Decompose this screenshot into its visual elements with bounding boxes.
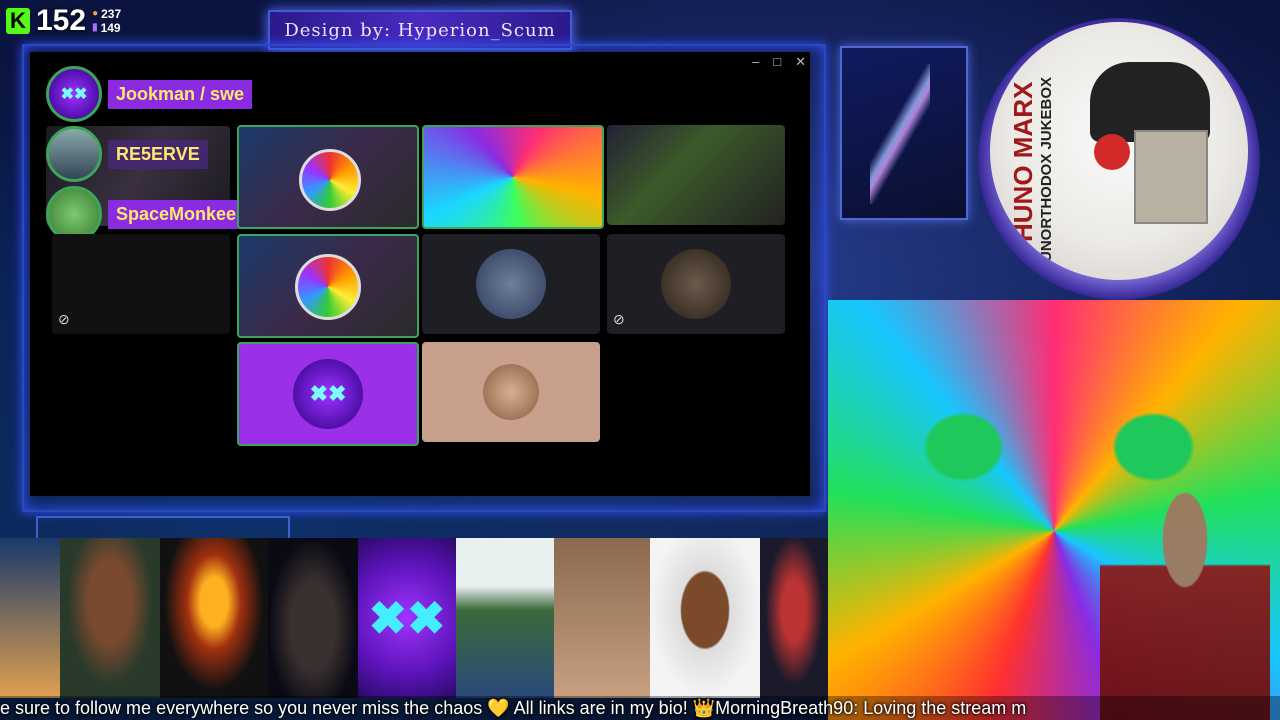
streamer-webcam <box>1100 480 1270 720</box>
window-controls: – □ ✕ <box>752 54 806 70</box>
participant-name: RE5ERVE <box>108 139 208 169</box>
avatar <box>483 364 539 420</box>
main-count: 152 <box>36 4 87 37</box>
avatar-tile-robot[interactable] <box>422 234 600 334</box>
participant-jookman[interactable]: ✖✖ Jookman / swe <box>46 66 253 122</box>
stream-stats: K 152 ● 237 ▮ 149 <box>6 4 121 38</box>
avatar: ✖✖ <box>293 359 363 429</box>
jukebox-machine <box>1134 130 1208 224</box>
mute-icon: ⊘ <box>613 311 625 327</box>
avatar-shirtless <box>554 538 650 698</box>
jukebox-disc: HUNO MARX UNORTHODOX JUKEBOX <box>990 22 1248 280</box>
avatar-monkey <box>268 538 358 698</box>
prize-wheel <box>299 149 361 211</box>
mute-icon: ⊘ <box>58 311 70 327</box>
avatar-bearded-gamer <box>650 538 760 698</box>
small-counts: ● 237 ▮ 149 <box>92 7 121 35</box>
participant-name: Jookman / swe <box>108 79 253 109</box>
discord-call-window: – □ ✕ ✖✖ Jookman / swe RE5ERVE SpaceMonk… <box>30 52 810 496</box>
avatar <box>476 249 546 319</box>
avatar-man-dreadlocks <box>60 538 160 698</box>
kick-logo-icon: K <box>6 8 30 34</box>
participant-name: SpaceMonkee <box>108 199 245 229</box>
viewer-count: ● 237 <box>92 7 122 21</box>
avatar <box>661 249 731 319</box>
jukebox-label-main: HUNO MARX <box>1008 81 1038 242</box>
minimize-button[interactable]: – <box>752 54 759 70</box>
avatar-red-beard <box>760 538 828 698</box>
follower-count: ▮ 149 <box>92 21 121 35</box>
lightning-graphic <box>870 64 930 204</box>
chat-ticker: e sure to follow me everywhere so you ne… <box>0 696 1280 720</box>
avatar-duck <box>0 538 60 698</box>
bottom-frame <box>36 516 290 540</box>
screen-share-tile-3[interactable] <box>607 125 785 225</box>
prize-wheel <box>295 254 361 320</box>
avatar-tile-smiley[interactable]: ✖✖ <box>237 342 419 446</box>
video-tile-dark-screen[interactable]: ⊘ <box>52 234 230 334</box>
avatar: ✖✖ <box>46 66 102 122</box>
avatar-strip: ✖✖ <box>0 538 828 698</box>
avatar-fire-skull <box>160 538 268 698</box>
screen-share-tile-1[interactable] <box>237 125 419 229</box>
participant-reserve[interactable]: RE5ERVE <box>46 126 208 182</box>
portal-panel <box>840 46 968 220</box>
red-ball <box>1094 134 1130 170</box>
jukebox-label-sub: UNORTHODOX JUKEBOX <box>1038 76 1055 262</box>
avatar <box>46 126 102 182</box>
bars-icon: ▮ <box>92 22 98 33</box>
maximize-button[interactable]: □ <box>773 54 781 70</box>
person-icon: ● <box>92 8 99 19</box>
screen-share-tile-2[interactable] <box>422 125 604 229</box>
avatar-tile-monkey[interactable]: ⊘ <box>607 234 785 334</box>
avatar-smiley: ✖✖ <box>358 538 456 698</box>
screen-share-tile-4[interactable] <box>237 234 419 338</box>
avatar-tile-man[interactable] <box>422 342 600 442</box>
avatar-fisherman <box>456 538 554 698</box>
close-button[interactable]: ✕ <box>795 54 806 70</box>
